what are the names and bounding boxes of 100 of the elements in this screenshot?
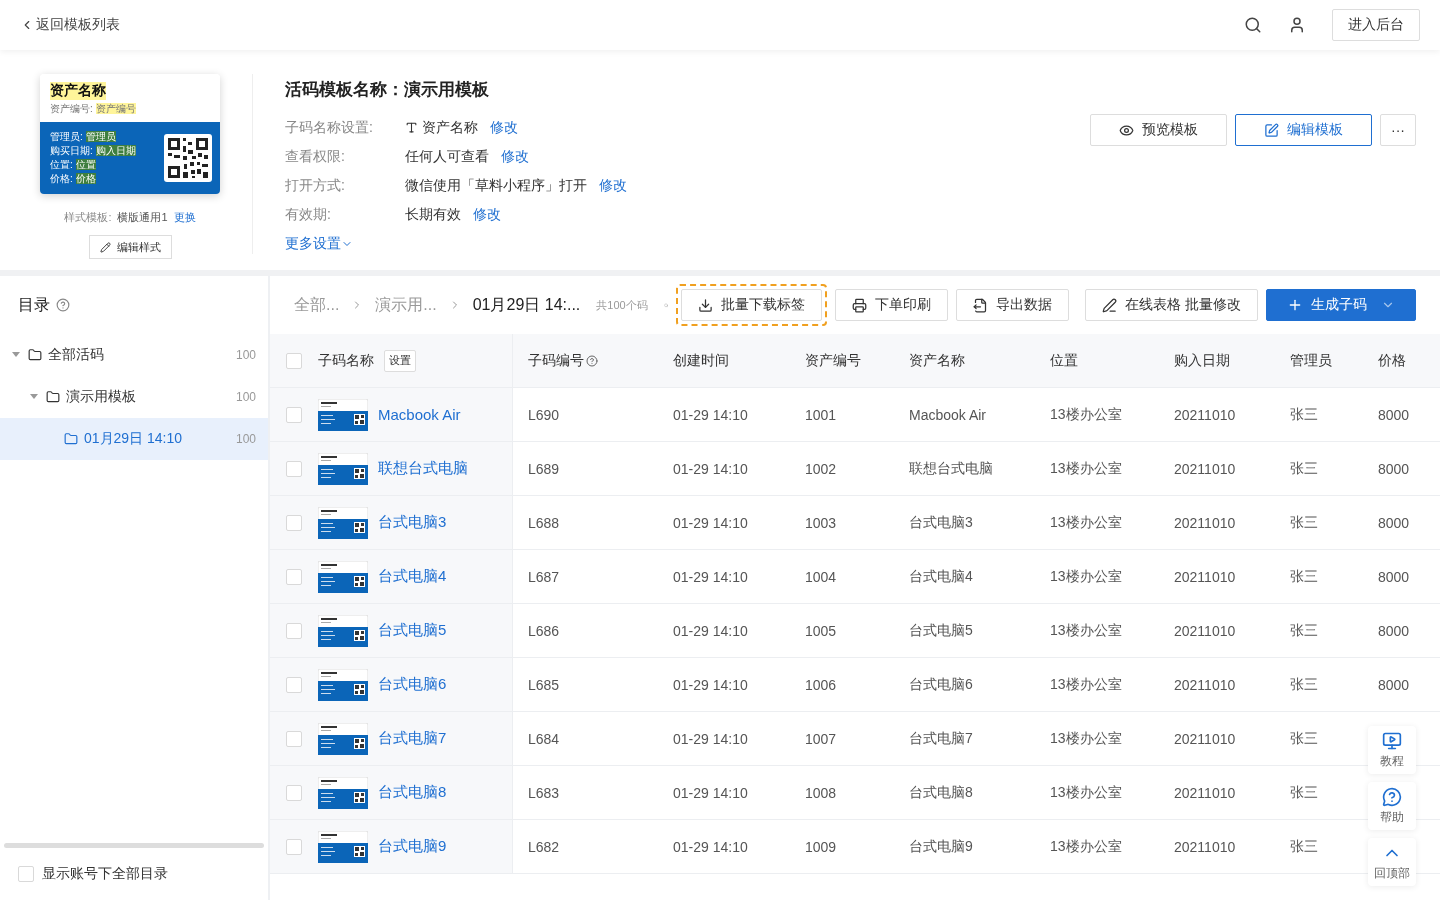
row-checkbox[interactable] [286,460,302,477]
row-checkbox[interactable] [286,838,302,855]
table-cell: 20211010 [1174,622,1236,639]
table-cell: 联想台式电脑 [909,459,993,478]
export-button[interactable]: 导出数据 [956,289,1070,321]
table-cell: 1004 [805,568,837,585]
breadcrumb-item[interactable]: 全部... [294,294,340,316]
table-cell: 01-29 14:10 [673,460,748,477]
breadcrumb-item[interactable]: 演示用... [375,294,437,316]
tree-item[interactable]: 演示用模板 100 [0,376,268,418]
code-name-link[interactable]: 台式电脑8 [378,783,447,802]
breadcrumb-item[interactable]: 01月29日 14:... [472,294,581,316]
scrollbar[interactable] [4,843,264,848]
code-name-link[interactable]: Macbook Air [378,406,461,423]
edit-style-button[interactable]: 编辑样式 [88,235,172,259]
card-field: 价格: 价格 [50,172,136,186]
edit-button[interactable]: 在线表格 批量修改 [1085,289,1258,321]
back-link[interactable]: 返回模板列表 [20,16,120,34]
edit-button[interactable]: 编辑模板 [1235,114,1372,146]
code-name-link[interactable]: 台式电脑7 [378,729,447,748]
code-name-link[interactable]: 台式电脑9 [378,837,447,856]
row-checkbox[interactable] [286,784,302,801]
table-cell: 1003 [805,514,837,531]
help-button[interactable]: 帮助 [1368,782,1416,830]
column-header: 位置 [1050,351,1078,370]
table-cell: 01-29 14:10 [673,784,748,801]
item-count: 100 [235,432,256,446]
table-cell: 张三 [1290,405,1318,424]
more-settings-link[interactable]: 更多设置 [285,234,353,253]
tree-item[interactable]: 全部活码 100 [0,334,268,376]
table-cell: Macbook Air [909,406,987,423]
setting-value: 微信使用「草料小程序」打开 [405,176,587,195]
tree-item-label: 全部活码 [48,346,104,364]
text-field-icon [405,121,418,134]
primary-button[interactable]: 生成子码 [1266,289,1416,321]
table-cell: 台式电脑3 [909,513,973,532]
total-count: 共100个码 [596,297,648,313]
table-cell: 20211010 [1174,460,1236,477]
modify-link[interactable]: 修改 [473,205,501,224]
setting-value: 长期有效 [405,205,461,224]
setting-value: 任何人可查看 [405,147,489,166]
table-cell: 台式电脑4 [909,567,973,586]
select-all-checkbox[interactable] [286,352,302,369]
top-button[interactable]: 回顶部 [1368,838,1416,886]
table-cell: 张三 [1290,675,1318,694]
table-cell: 8000 [1378,622,1410,639]
video-button[interactable]: 教程 [1368,726,1416,774]
row-checkbox[interactable] [286,568,302,585]
card-subtitle: 资产编号: 资产编号 [50,102,137,116]
table-cell: 20211010 [1174,676,1236,693]
pencil-icon [99,241,111,253]
change-link[interactable]: 更换 [173,210,196,225]
more-button[interactable]: ··· [1380,114,1416,146]
table-cell: 20211010 [1174,514,1236,531]
tree-item-label: 01月29日 14:10 [84,430,183,448]
file-export-icon [973,297,989,313]
column-header: 创建时间 [673,351,729,370]
table-cell: 1005 [805,622,837,639]
code-name-link[interactable]: 台式电脑4 [378,567,447,586]
preview-button[interactable]: 预览模板 [1090,114,1227,146]
code-name-link[interactable]: 联想台式电脑 [378,459,468,478]
table-cell: 01-29 14:10 [673,514,748,531]
table-cell: 20211010 [1174,730,1236,747]
code-name-link[interactable]: 台式电脑6 [378,675,447,694]
table-cell: 1008 [805,784,837,801]
table-cell: 01-29 14:10 [673,406,748,423]
table-cell: 台式电脑9 [909,837,973,856]
code-name-link[interactable]: 台式电脑5 [378,621,447,640]
directory-title: 目录 [18,294,50,315]
tree-item[interactable]: 01月29日 14:10 100 [0,418,268,460]
table-cell: L682 [528,838,560,855]
table-cell: L683 [528,784,560,801]
show-all-checkbox[interactable]: 显示账号下全部目录 [0,848,268,900]
modify-link[interactable]: 修改 [599,176,627,195]
row-checkbox[interactable] [286,514,302,531]
print-button[interactable]: 下单印刷 [835,289,949,321]
modify-link[interactable]: 修改 [501,147,529,166]
table-cell: 13楼办公室 [1050,621,1122,640]
table-cell: 台式电脑8 [909,783,973,802]
row-checkbox[interactable] [286,730,302,747]
table-cell: 13楼办公室 [1050,675,1122,694]
modify-link[interactable]: 修改 [490,118,518,137]
column-header: 购入日期 [1174,351,1230,370]
table-cell: 张三 [1290,513,1318,532]
table-cell: 01-29 14:10 [673,676,748,693]
user-icon[interactable] [1288,16,1306,34]
settings-button[interactable]: 设置 [384,349,416,372]
help-icon[interactable] [56,298,70,312]
help-icon[interactable] [586,354,598,367]
table-cell: L689 [528,460,560,477]
admin-button[interactable]: 进入后台 [1332,9,1420,41]
download-icon [698,297,714,313]
table-cell: 13楼办公室 [1050,459,1122,478]
table-cell: 01-29 14:10 [673,568,748,585]
code-name-link[interactable]: 台式电脑3 [378,513,447,532]
column-header: 资产名称 [909,351,965,370]
row-checkbox[interactable] [286,622,302,639]
row-checkbox[interactable] [286,406,302,423]
row-checkbox[interactable] [286,676,302,693]
download-button[interactable]: 批量下载标签 [681,289,823,321]
